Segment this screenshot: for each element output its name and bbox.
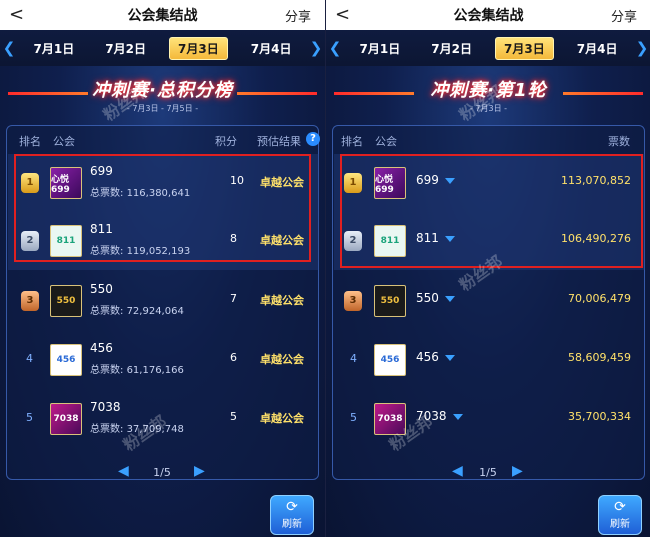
- guild-votes: 总票数: 72,924,064: [90, 302, 184, 317]
- date-tabs: ❮ 7月1日 7月2日 7月3日 7月4日 ❯: [0, 30, 325, 66]
- expand-triangle-icon[interactable]: [452, 413, 463, 420]
- help-icon[interactable]: ?: [306, 132, 320, 146]
- guild-votes: 70,006,479: [568, 292, 631, 305]
- prev-page-icon[interactable]: ◀: [452, 463, 463, 479]
- page-title: 公会集结战: [127, 8, 198, 24]
- back-button[interactable]: <: [9, 4, 24, 25]
- date-tabs: ❮ 7月1日 7月2日 7月3日 7月4日 ❯: [326, 30, 650, 66]
- tab-date-4[interactable]: 7月4日: [243, 38, 300, 59]
- col-rank: 排名: [341, 135, 363, 148]
- tab-date-2[interactable]: 7月2日: [97, 38, 154, 59]
- table-row[interactable]: 3 550 550 总票数: 72,924,064 7 卓越公会: [8, 272, 319, 330]
- banner-title: 冲刺赛·总积分榜: [92, 80, 233, 101]
- refresh-button[interactable]: ⟳ 刷新: [598, 495, 642, 535]
- guild-name: 7038: [90, 400, 121, 414]
- table-row[interactable]: 5 7038 7038 35,700,334: [334, 390, 645, 448]
- tab-date-4[interactable]: 7月4日: [569, 38, 626, 59]
- expand-triangle-icon[interactable]: [444, 354, 455, 361]
- guild-logo: 550: [374, 285, 406, 317]
- tab-date-1[interactable]: 7月1日: [26, 38, 83, 59]
- votes-label: 总票数:: [90, 365, 124, 376]
- back-button[interactable]: <: [335, 4, 350, 25]
- rank-number: 5: [26, 411, 33, 424]
- col-rank: 排名: [19, 135, 41, 148]
- guild-logo: 456: [374, 344, 406, 376]
- prev-date-icon[interactable]: ❮: [0, 39, 18, 57]
- refresh-icon: ⟳: [614, 499, 626, 515]
- tab-date-3[interactable]: 7月3日: [169, 36, 228, 60]
- tab-date-2[interactable]: 7月2日: [423, 38, 480, 59]
- col-guild: 公会: [53, 135, 75, 148]
- page-indicator: 1/5: [153, 466, 171, 479]
- guild-result: 卓越公会: [260, 412, 304, 425]
- expand-triangle-icon[interactable]: [444, 295, 455, 302]
- table-row[interactable]: 4 456 456 58,609,459: [334, 331, 645, 389]
- refresh-label: 刷新: [610, 519, 630, 530]
- guild-logo: 550: [50, 285, 82, 317]
- col-votes: 票数: [608, 135, 630, 148]
- rank-number: 5: [350, 411, 357, 424]
- guild-name: 550: [90, 282, 113, 296]
- guild-name-text: 456: [416, 350, 439, 364]
- col-score: 积分: [215, 135, 237, 148]
- guild-name: 456: [90, 341, 113, 355]
- top-bar: < 公会集结战 分享: [326, 0, 650, 30]
- next-page-icon[interactable]: ▶: [512, 463, 523, 479]
- guild-result: 卓越公会: [260, 353, 304, 366]
- guild-votes: 35,700,334: [568, 410, 631, 423]
- table-row[interactable]: 3 550 550 70,006,479: [334, 272, 645, 330]
- top-bar: < 公会集结战 分享: [0, 0, 325, 30]
- rank-number: 4: [26, 352, 33, 365]
- guild-name: 456: [416, 350, 455, 364]
- tab-date-1[interactable]: 7月1日: [352, 38, 409, 59]
- share-button[interactable]: 分享: [285, 6, 311, 25]
- guild-score: 7: [230, 292, 237, 305]
- guild-logo: 456: [50, 344, 82, 376]
- guild-result: 卓越公会: [260, 294, 304, 307]
- refresh-button[interactable]: ⟳ 刷新: [270, 495, 314, 535]
- tab-date-3[interactable]: 7月3日: [495, 36, 554, 60]
- votes-value: 72,924,064: [126, 306, 184, 317]
- guild-name: 550: [416, 291, 455, 305]
- left-panel: < 公会集结战 分享 ❮ 7月1日 7月2日 7月3日 7月4日 ❯ 冲刺赛·总…: [0, 0, 325, 537]
- page-indicator: 1/5: [479, 466, 497, 479]
- next-page-icon[interactable]: ▶: [194, 463, 205, 479]
- guild-logo: 7038: [50, 403, 82, 435]
- highlight-box: [14, 154, 311, 262]
- refresh-label: 刷新: [282, 519, 302, 530]
- table-header: 排名 公会 积分 预估结果 ?: [7, 126, 320, 152]
- prev-date-icon[interactable]: ❮: [326, 39, 344, 57]
- page-title: 公会集结战: [453, 8, 524, 24]
- guild-score: 6: [230, 351, 237, 364]
- votes-label: 总票数:: [90, 424, 124, 435]
- next-date-icon[interactable]: ❯: [307, 39, 325, 57]
- guild-votes: 58,609,459: [568, 351, 631, 364]
- bronze-medal-icon: 3: [21, 291, 39, 311]
- votes-value: 61,176,166: [126, 365, 184, 376]
- refresh-icon: ⟳: [286, 499, 298, 515]
- banner-subtitle: - 7月3日 - 7月5日 -: [126, 104, 199, 113]
- guild-score: 5: [230, 410, 237, 423]
- guild-votes: 总票数: 61,176,166: [90, 361, 184, 376]
- pager: ◀ 1/5 ▶: [326, 462, 650, 482]
- col-result: 预估结果: [257, 135, 301, 148]
- table-header: 排名 公会 票数: [333, 126, 644, 152]
- rank-number: 4: [350, 352, 357, 365]
- votes-label: 总票数:: [90, 306, 124, 317]
- banner: 冲刺赛·总积分榜 - 7月3日 - 7月5日 -: [0, 72, 325, 124]
- bronze-medal-icon: 3: [344, 291, 362, 311]
- table-row[interactable]: 4 456 456 总票数: 61,176,166 6 卓越公会: [8, 331, 319, 389]
- prev-page-icon[interactable]: ◀: [118, 463, 129, 479]
- col-guild: 公会: [375, 135, 397, 148]
- pager: ◀ 1/5 ▶: [0, 462, 325, 482]
- right-panel: < 公会集结战 分享 ❮ 7月1日 7月2日 7月3日 7月4日 ❯ 冲刺赛·第…: [325, 0, 650, 537]
- next-date-icon[interactable]: ❯: [633, 39, 650, 57]
- share-button[interactable]: 分享: [611, 6, 637, 25]
- guild-name-text: 550: [416, 291, 439, 305]
